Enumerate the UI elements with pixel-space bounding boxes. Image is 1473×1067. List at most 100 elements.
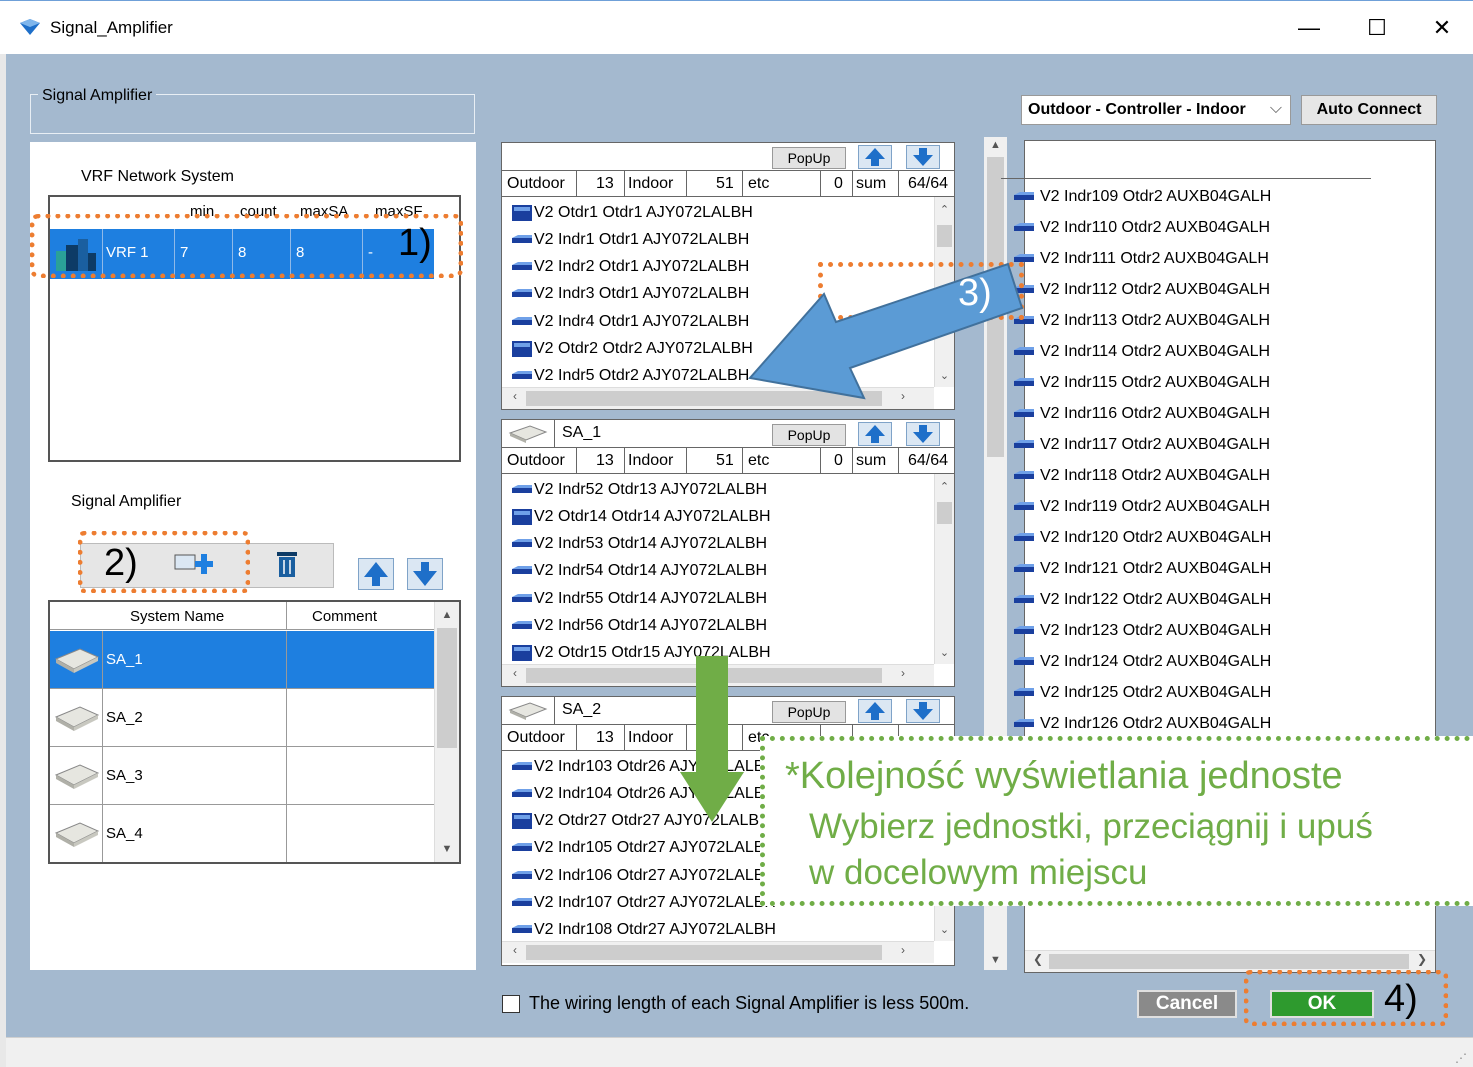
popup-button[interactable]: PopUp — [772, 424, 846, 446]
scroll-right-arrow-icon[interactable]: ❯ — [1413, 951, 1431, 972]
unit-list-item[interactable]: V2 Otdr14 Otdr14 AJY072LALBH — [510, 503, 771, 530]
sa-table-row[interactable]: SA_1 — [50, 631, 434, 689]
delete-sa-button[interactable] — [269, 549, 305, 581]
outdoor-label: Outdoor — [507, 452, 565, 469]
unassigned-unit-item[interactable]: V2 Indr122 Otdr2 AUXB04GALH — [1010, 584, 1271, 615]
sa-table-row[interactable]: SA_2 — [50, 689, 434, 747]
scroll-up-arrow-icon[interactable]: ▲ — [435, 606, 459, 624]
unit-list-item[interactable]: V2 Indr56 Otdr14 AJY072LALBH — [510, 613, 767, 640]
unit-list-item[interactable]: V2 Indr107 Otdr27 AJY072LALBH — [510, 890, 776, 917]
scroll-up-arrow-icon[interactable]: ▲ — [984, 139, 1007, 151]
unassigned-unit-item[interactable]: V2 Indr124 Otdr2 AUXB04GALH — [1010, 646, 1271, 677]
unassigned-unit-item[interactable]: V2 Indr123 Otdr2 AUXB04GALH — [1010, 615, 1271, 646]
unit-list-item[interactable]: V2 Indr108 Otdr27 AJY072LALBH — [510, 917, 776, 944]
scroll-thumb[interactable] — [937, 502, 952, 524]
annotation-number-4: 4) — [1384, 978, 1418, 1020]
scroll-left-arrow-icon[interactable]: ❮ — [1029, 951, 1047, 972]
cancel-button[interactable]: Cancel — [1137, 990, 1237, 1018]
panel-move-down-button[interactable] — [906, 422, 940, 446]
unit-list-item[interactable]: V2 Indr5 Otdr2 AJY072LALBH — [510, 363, 749, 390]
unassigned-unit-item[interactable]: V2 Indr114 Otdr2 AUXB04GALH — [1010, 336, 1270, 367]
unassigned-unit-item[interactable]: V2 Indr121 Otdr2 AUXB04GALH — [1010, 553, 1271, 584]
sa-table-row[interactable]: SA_4 — [50, 805, 434, 862]
scroll-up-arrow-icon[interactable]: ⌃ — [935, 478, 954, 496]
panel-move-up-button[interactable] — [858, 145, 892, 169]
unit-list-item[interactable]: V2 Indr3 Otdr1 AJY072LALBH — [510, 281, 749, 308]
unassigned-unit-item[interactable]: V2 Indr109 Otdr2 AUXB04GALH — [1010, 181, 1271, 212]
unit-list-item[interactable]: V2 Indr106 Otdr27 AJY072LALBH — [510, 862, 776, 889]
outdoor-unit-icon — [512, 341, 532, 357]
unassigned-unit-item[interactable]: V2 Indr119 Otdr2 AUXB04GALH — [1010, 491, 1270, 522]
scroll-thumb[interactable] — [937, 225, 952, 247]
sa-table-row[interactable]: SA_3 — [50, 747, 434, 805]
unit-panel-2[interactable]: SA_1 PopUp Outdoor 13 Indoor 51 etc 0 sum 64/64 V2… — [501, 419, 955, 687]
unit-label: V2 Indr110 Otdr2 AUXB04GALH — [1040, 218, 1271, 236]
unit-list-item[interactable]: V2 Indr105 Otdr27 AJY072LALBH — [510, 835, 776, 862]
close-button[interactable]: ✕ — [1419, 9, 1465, 47]
unit-list-item[interactable]: V2 Indr55 Otdr14 AJY072LALBH — [510, 585, 767, 612]
panel-move-down-button[interactable] — [906, 699, 940, 723]
right-hscrollbar[interactable]: ❮ ❯ — [1025, 950, 1435, 972]
unassigned-unit-item[interactable]: V2 Indr116 Otdr2 AUXB04GALH — [1010, 398, 1270, 429]
unit-list-item[interactable]: V2 Indr52 Otdr13 AJY072LALBH — [510, 476, 767, 503]
unassigned-unit-item[interactable]: V2 Indr115 Otdr2 AUXB04GALH — [1010, 367, 1270, 398]
scroll-right-arrow-icon[interactable]: › — [894, 942, 912, 963]
panel-vscrollbar[interactable]: ⌃⌄ — [934, 474, 954, 664]
unit-list-item[interactable]: V2 Indr53 Otdr14 AJY072LALBH — [510, 531, 767, 558]
scroll-thumb[interactable] — [437, 628, 457, 748]
unit-label: V2 Indr120 Otdr2 AUXB04GALH — [1040, 528, 1272, 546]
move-up-button[interactable] — [358, 558, 394, 590]
unit-list-item[interactable]: V2 Indr4 Otdr1 AJY072LALBH — [510, 308, 749, 335]
panel-move-up-button[interactable] — [858, 422, 892, 446]
signal-amplifier-device-icon — [508, 425, 548, 443]
scroll-left-arrow-icon[interactable]: ‹ — [506, 388, 524, 409]
etc-label: etc — [748, 175, 770, 192]
unassigned-unit-item[interactable]: V2 Indr110 Otdr2 AUXB04GALH — [1010, 212, 1270, 243]
panel-move-up-button[interactable] — [858, 699, 892, 723]
scroll-down-arrow-icon[interactable]: ▼ — [984, 954, 1007, 966]
unassigned-unit-item[interactable]: V2 Indr126 Otdr2 AUXB04GALH — [1010, 708, 1271, 739]
scroll-left-arrow-icon[interactable]: ‹ — [506, 665, 524, 686]
unassigned-unit-item[interactable]: V2 Indr112 Otdr2 AUXB04GALH — [1010, 274, 1270, 305]
minimize-button[interactable]: — — [1286, 9, 1332, 47]
arrow-up-icon — [865, 425, 885, 443]
popup-button[interactable]: PopUp — [772, 147, 846, 169]
resize-grip-icon[interactable]: ⋰ — [1455, 1051, 1467, 1065]
scroll-left-arrow-icon[interactable]: ‹ — [506, 942, 524, 963]
sum-count: 64/64 — [908, 452, 949, 469]
unassigned-unit-item[interactable]: V2 Indr120 Otdr2 AUXB04GALH — [1010, 522, 1271, 553]
checkbox-box[interactable] — [502, 994, 520, 1013]
unit-label: V2 Indr122 Otdr2 AUXB04GALH — [1040, 590, 1272, 608]
scroll-down-arrow-icon[interactable]: ▼ — [435, 840, 459, 858]
auto-connect-button[interactable]: Auto Connect — [1301, 95, 1437, 125]
maximize-button[interactable]: ☐ — [1354, 9, 1400, 47]
scroll-right-arrow-icon[interactable]: › — [894, 665, 912, 686]
connection-order-select[interactable]: Outdoor - Controller - Indoor ⌵ — [1021, 95, 1291, 125]
unit-label: V2 Indr1 Otdr1 AJY072LALBH — [534, 230, 750, 248]
popup-button[interactable]: PopUp — [772, 701, 846, 723]
scroll-down-arrow-icon[interactable]: ⌄ — [935, 644, 954, 662]
signal-amplifier-table[interactable]: System Name Comment SA_1 SA_2 SA_3 SA_4 ▲ ▼ — [48, 600, 461, 864]
wiring-length-checkbox[interactable]: The wiring length of each Signal Amplifi… — [502, 993, 969, 1014]
unit-list-item[interactable]: V2 Otdr1 Otdr1 AJY072LALBH — [510, 199, 753, 226]
unassigned-unit-item[interactable]: V2 Indr113 Otdr2 AUXB04GALH — [1010, 305, 1270, 336]
unit-list-item[interactable]: V2 Indr2 Otdr1 AJY072LALBH — [510, 254, 749, 281]
move-down-button[interactable] — [407, 558, 443, 590]
panel-hscrollbar[interactable]: ‹ › — [502, 941, 934, 963]
scroll-down-arrow-icon[interactable]: ⌄ — [935, 921, 954, 939]
unassigned-unit-item[interactable]: V2 Indr118 Otdr2 AUXB04GALH — [1010, 460, 1270, 491]
unassigned-unit-item[interactable]: V2 Indr111 Otdr2 AUXB04GALH — [1010, 243, 1269, 274]
scroll-thumb[interactable] — [1049, 954, 1409, 969]
sa-table-scrollbar[interactable]: ▲ ▼ — [434, 602, 459, 862]
unassigned-unit-item[interactable]: V2 Indr117 Otdr2 AUXB04GALH — [1010, 429, 1270, 460]
scroll-up-arrow-icon[interactable]: ⌃ — [935, 201, 954, 219]
annotation-number-3: 3) — [958, 272, 992, 314]
unassigned-unit-item[interactable]: V2 Indr125 Otdr2 AUXB04GALH — [1010, 677, 1271, 708]
unit-list-item[interactable]: V2 Indr54 Otdr14 AJY072LALBH — [510, 558, 767, 585]
indoor-unit-icon — [1014, 439, 1034, 448]
unit-label: V2 Indr123 Otdr2 AUXB04GALH — [1040, 621, 1272, 639]
unit-list-item[interactable]: V2 Otdr2 Otdr2 AJY072LALBH — [510, 336, 753, 363]
scroll-thumb[interactable] — [526, 945, 882, 960]
unit-list-item[interactable]: V2 Indr1 Otdr1 AJY072LALBH — [510, 226, 749, 253]
panel-move-down-button[interactable] — [906, 145, 940, 169]
